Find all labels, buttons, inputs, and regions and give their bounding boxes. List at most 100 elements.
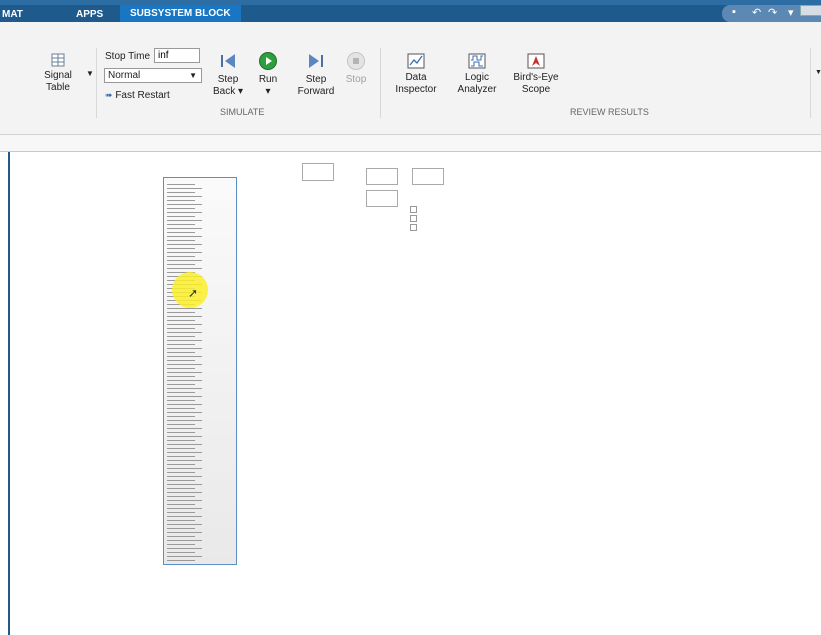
model-block[interactable] <box>366 168 398 185</box>
port-label-line <box>167 468 202 469</box>
port-label-line <box>167 360 195 361</box>
model-block[interactable] <box>412 168 444 185</box>
fast-restart-button[interactable]: ➠ Fast Restart <box>105 90 170 101</box>
port-label-line <box>167 200 195 201</box>
port-label-line <box>167 332 202 333</box>
model-block[interactable] <box>366 190 398 207</box>
port-label-line <box>167 252 202 253</box>
chevron-down-icon[interactable]: ▼ <box>86 69 94 78</box>
port-label-line <box>167 416 195 417</box>
port-label-line <box>167 524 202 525</box>
port-label-line <box>167 408 195 409</box>
port-label-line <box>167 400 195 401</box>
port-label-line <box>167 256 195 257</box>
stop-icon <box>347 52 365 70</box>
logic-analyzer-button[interactable]: Logic Analyzer <box>454 53 500 96</box>
port-label-line <box>167 388 202 389</box>
port-label-line <box>167 492 202 493</box>
minimize-button[interactable] <box>800 5 821 16</box>
port-label-line <box>167 396 202 397</box>
port-label-line <box>167 380 202 381</box>
run-button[interactable]: Run ▾ <box>252 51 284 98</box>
port-label-line <box>167 376 195 377</box>
port-label-line <box>167 324 202 325</box>
port-label-line <box>167 420 202 421</box>
port-label-line <box>167 268 202 269</box>
port-label-line <box>167 368 195 369</box>
port-label-line <box>167 548 202 549</box>
subsystem-block[interactable] <box>163 177 237 565</box>
port-block[interactable] <box>410 206 417 213</box>
port-label-line <box>167 236 202 237</box>
port-label-line <box>167 512 195 513</box>
address-bar <box>0 135 821 152</box>
save-icon[interactable]: ▪ <box>732 6 736 18</box>
step-forward-button[interactable]: Step Forward <box>294 51 338 98</box>
port-label-line <box>167 244 202 245</box>
port-label-line <box>167 540 202 541</box>
port-label-line <box>167 308 202 309</box>
signal-table-button[interactable]: Signal Table <box>38 53 78 94</box>
port-label-line <box>167 392 195 393</box>
tab-subsystem-block[interactable]: SUBSYSTEM BLOCK <box>120 5 241 22</box>
fast-restart-icon: ➠ <box>105 90 113 100</box>
simulate-section-label: SIMULATE <box>220 107 265 117</box>
port-label-line <box>167 196 202 197</box>
port-block[interactable] <box>410 224 417 231</box>
port-label-line <box>167 312 195 313</box>
fast-restart-label: Fast Restart <box>115 90 170 101</box>
model-block[interactable] <box>302 163 334 181</box>
port-label-line <box>167 412 202 413</box>
step-back-button[interactable]: Step Back ▾ <box>210 51 246 98</box>
data-inspector-label: Data Inspector <box>395 72 437 95</box>
port-label-line <box>167 536 195 537</box>
redo-icon[interactable]: ↷ <box>768 6 777 19</box>
port-label-line <box>167 544 195 545</box>
tab-apps[interactable]: APPS <box>76 7 103 22</box>
port-block[interactable] <box>410 215 417 222</box>
stop-label: Stop <box>345 74 367 85</box>
stop-time-label: Stop Time <box>105 51 151 62</box>
port-label-line <box>167 432 195 433</box>
port-label-line <box>167 356 202 357</box>
simulation-mode-select[interactable]: Normal ▼ <box>104 68 202 83</box>
port-label-line <box>167 216 195 217</box>
review-results-section-label: REVIEW RESULTS <box>570 107 649 117</box>
port-label-line <box>167 328 195 329</box>
data-inspector-button[interactable]: Data Inspector <box>392 53 440 96</box>
port-label-line <box>167 188 202 189</box>
stop-button[interactable]: Stop <box>342 51 370 86</box>
step-forward-label: Step Forward <box>297 74 335 97</box>
port-label-line <box>167 404 202 405</box>
port-label-line <box>167 384 195 385</box>
port-label-line <box>167 460 202 461</box>
step-forward-icon <box>309 54 323 68</box>
port-label-line <box>167 436 202 437</box>
port-label-line <box>167 556 202 557</box>
port-label-line <box>167 560 195 561</box>
data-inspector-icon <box>407 53 425 69</box>
step-back-label: Step Back ▾ <box>212 74 244 97</box>
port-label-line <box>167 488 195 489</box>
port-label-line <box>167 456 195 457</box>
port-label-line <box>167 264 195 265</box>
port-label-line <box>167 372 202 373</box>
help-icon[interactable]: ▾ <box>788 6 794 19</box>
port-label-line <box>167 348 202 349</box>
ribbon-more-icon[interactable]: ▼ <box>815 69 821 76</box>
birds-eye-scope-button[interactable]: Bird's-Eye Scope <box>510 53 562 96</box>
tab-format[interactable]: MAT <box>2 7 23 22</box>
logic-analyzer-label: Logic Analyzer <box>457 72 497 95</box>
signal-table-label: Signal Table <box>44 70 72 93</box>
port-label-line <box>167 528 195 529</box>
port-label-line <box>167 208 195 209</box>
birds-eye-scope-label: Bird's-Eye Scope <box>513 72 559 95</box>
port-label-line <box>167 212 202 213</box>
undo-icon[interactable]: ↶ <box>752 6 761 19</box>
port-label-line <box>167 476 202 477</box>
simulation-mode-value: Normal <box>108 70 141 81</box>
mouse-pointer-icon: ➚ <box>188 286 199 300</box>
port-label-line <box>167 448 195 449</box>
port-label-line <box>167 232 195 233</box>
stop-time-input[interactable] <box>154 48 200 63</box>
